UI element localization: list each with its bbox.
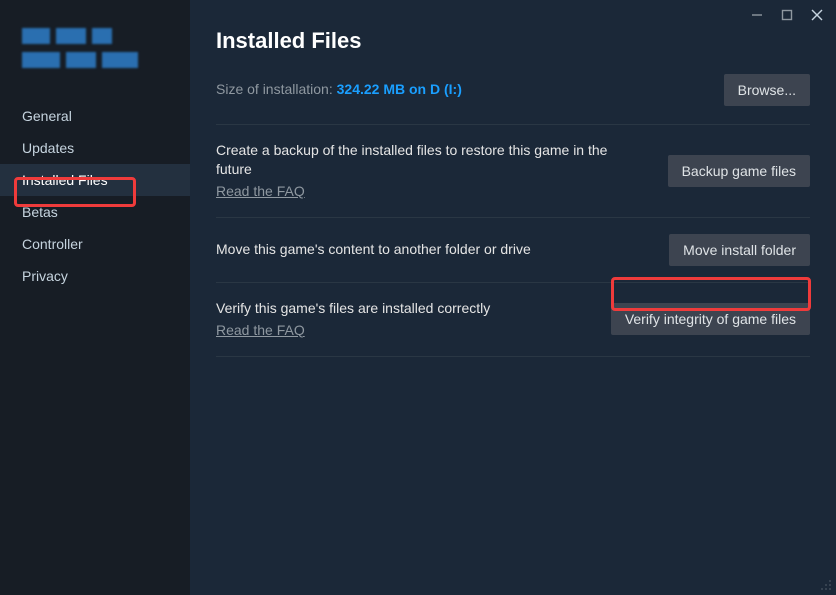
- sidebar-item-betas[interactable]: Betas: [0, 196, 190, 228]
- divider: [216, 356, 810, 357]
- sidebar-nav: General Updates Installed Files Betas Co…: [0, 100, 190, 292]
- backup-button[interactable]: Backup game files: [668, 155, 810, 187]
- backup-row: Create a backup of the installed files t…: [216, 125, 810, 217]
- browse-button[interactable]: Browse...: [724, 74, 810, 106]
- verify-row: Verify this game's files are installed c…: [216, 283, 810, 356]
- install-size-value: 324.22 MB on D (I:): [337, 81, 462, 97]
- sidebar-item-updates[interactable]: Updates: [0, 132, 190, 164]
- sidebar-item-general[interactable]: General: [0, 100, 190, 132]
- minimize-icon[interactable]: [750, 8, 764, 22]
- sidebar-item-privacy[interactable]: Privacy: [0, 260, 190, 292]
- move-button[interactable]: Move install folder: [669, 234, 810, 266]
- maximize-icon[interactable]: [780, 8, 794, 22]
- sidebar-item-installed-files[interactable]: Installed Files: [0, 164, 190, 196]
- backup-faq-link[interactable]: Read the FAQ: [216, 183, 305, 199]
- move-desc: Move this game's content to another fold…: [216, 240, 626, 259]
- sidebar: General Updates Installed Files Betas Co…: [0, 0, 190, 595]
- close-icon[interactable]: [810, 8, 824, 22]
- verify-faq-link[interactable]: Read the FAQ: [216, 322, 305, 338]
- install-size-row: Size of installation: 324.22 MB on D (I:…: [216, 74, 810, 124]
- verify-desc: Verify this game's files are installed c…: [216, 299, 591, 318]
- game-title-redacted: [0, 28, 190, 88]
- resize-grip-icon[interactable]: [820, 579, 832, 591]
- main-panel: Installed Files Size of installation: 32…: [190, 0, 836, 595]
- verify-button[interactable]: Verify integrity of game files: [611, 303, 810, 335]
- sidebar-item-controller[interactable]: Controller: [0, 228, 190, 260]
- page-title: Installed Files: [216, 28, 810, 54]
- install-size-label: Size of installation:: [216, 81, 337, 97]
- window-controls: [750, 8, 824, 22]
- move-row: Move this game's content to another fold…: [216, 218, 810, 282]
- content: Installed Files Size of installation: 32…: [190, 0, 836, 357]
- backup-desc: Create a backup of the installed files t…: [216, 141, 626, 179]
